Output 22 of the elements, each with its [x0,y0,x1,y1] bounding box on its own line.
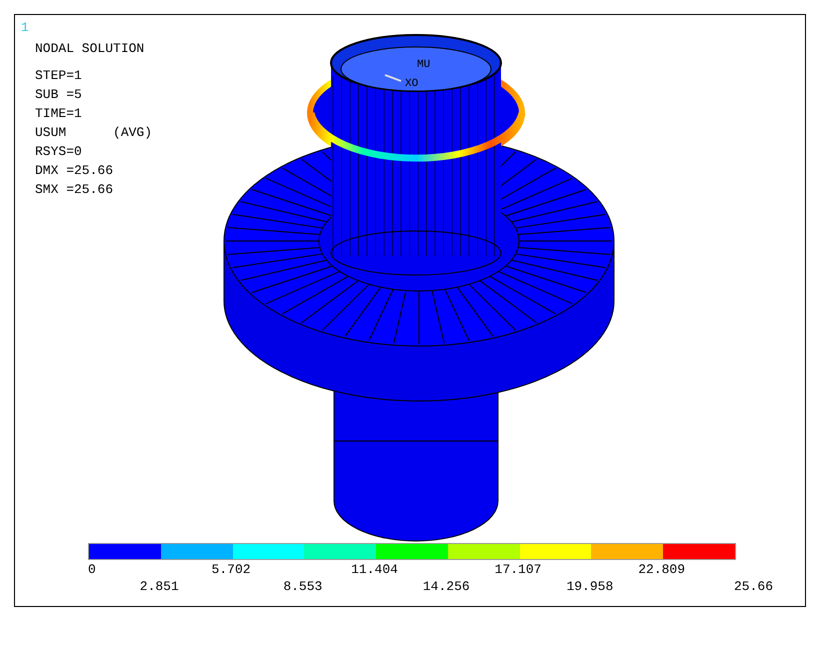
info-line: SUB =5 [35,86,82,104]
info-line: SMX =25.66 [35,181,114,199]
info-line: DMX =25.66 [35,162,114,180]
legend-label: 5.702 [212,562,251,577]
window-number: 1 [21,20,29,35]
legend-label: 0 [88,562,96,577]
legend-label: 11.404 [351,562,398,577]
axis-line [384,74,402,82]
legend-label: 17.107 [494,562,542,577]
legend-label: 25.66 [734,579,774,594]
info-line: USUM (AVG) [35,124,152,142]
info-line: RSYS=0 [35,143,82,161]
legend-label: 19.958 [566,579,614,594]
legend-label: 14.256 [422,579,470,594]
info-line: STEP=1 [35,67,82,85]
axis-label: XO [405,78,418,90]
legend-label: 2.851 [140,579,179,594]
legend-label: 22.809 [638,562,686,577]
plot-title: NODAL SOLUTION [35,41,144,56]
legend-label: 8.553 [283,579,322,594]
axis-label: MU [417,59,430,71]
info-line: TIME=1 [35,105,82,123]
